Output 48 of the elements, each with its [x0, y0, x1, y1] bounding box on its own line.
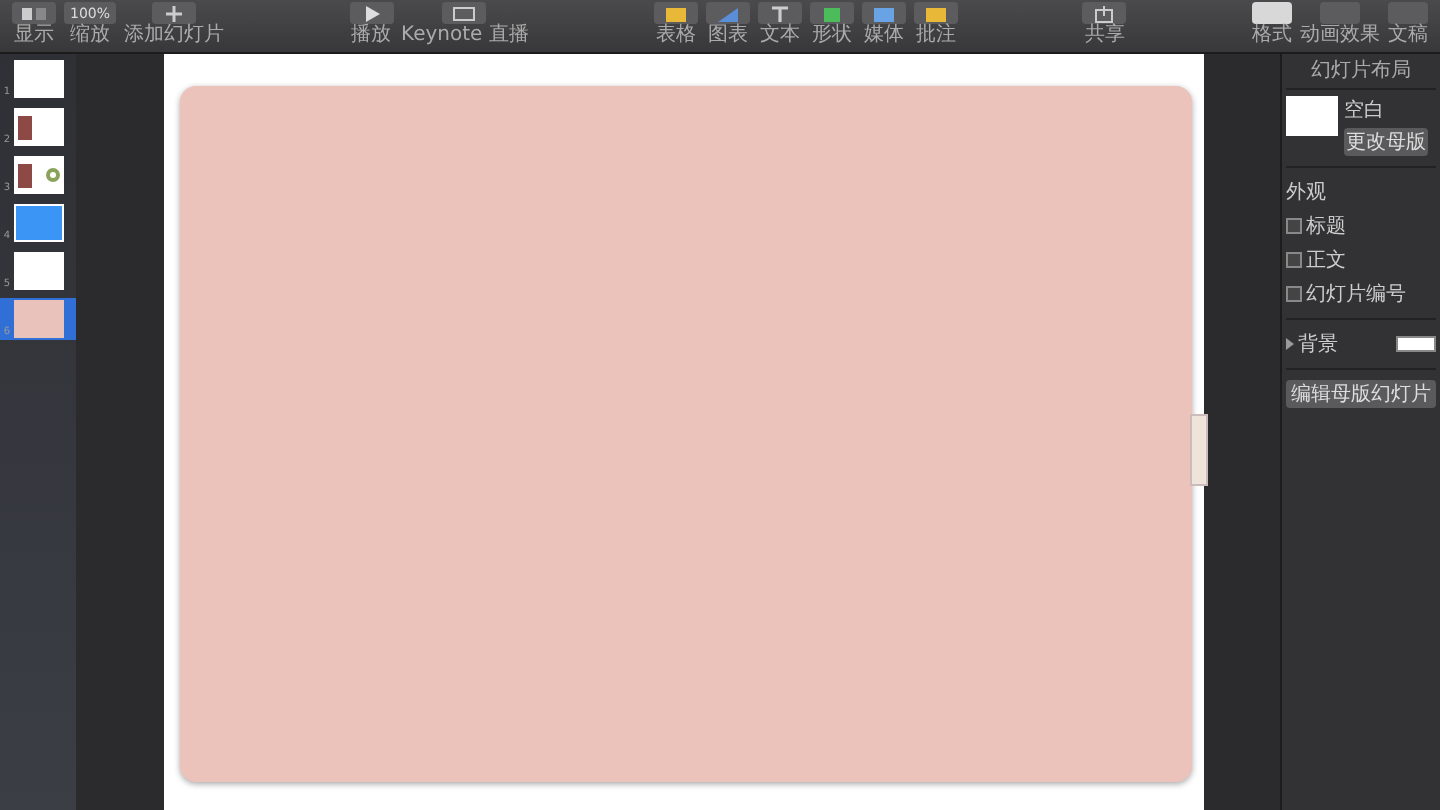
add-button[interactable]: [152, 2, 197, 24]
background-label: 背景: [1298, 331, 1338, 358]
resize-handle[interactable]: [1190, 414, 1208, 486]
checkbox[interactable]: [1286, 286, 1302, 302]
view-button[interactable]: [12, 2, 56, 24]
toolbar-label: 文本: [759, 24, 800, 48]
edit-master-button[interactable]: 编辑母版幻灯片: [1286, 380, 1436, 408]
disclosure-icon[interactable]: [1286, 338, 1294, 350]
toolbar-label: 形状: [811, 24, 852, 48]
media-button[interactable]: [861, 2, 906, 24]
toolbar-label: 显示: [14, 24, 54, 48]
ring-icon: [46, 168, 60, 182]
toolbar-label: 表格: [655, 24, 696, 48]
layout-thumbnail[interactable]: [1286, 96, 1338, 136]
toolbar-label: 媒体: [863, 24, 904, 48]
tab-label: 格式: [1251, 24, 1292, 48]
toolbar-label: 图表: [707, 24, 748, 48]
comment-button[interactable]: [913, 2, 958, 24]
share-button[interactable]: [1082, 2, 1127, 24]
toolbar-label: 共享: [1084, 24, 1125, 48]
change-master-button[interactable]: 更改母版: [1344, 128, 1428, 156]
inspector-tab[interactable]: [1251, 2, 1292, 24]
toolbar-label: 添加幻灯片: [124, 24, 225, 48]
toolbar-label: 缩放: [70, 24, 110, 48]
layout-name: 空白: [1344, 97, 1386, 124]
checkbox[interactable]: [1286, 252, 1302, 268]
live-button[interactable]: [442, 2, 487, 24]
color-well[interactable]: [1396, 336, 1436, 352]
play-button[interactable]: [349, 2, 394, 24]
table-button[interactable]: [653, 2, 698, 24]
checkbox-label: 正文: [1306, 247, 1346, 274]
panel-title: 幻灯片布局: [1286, 54, 1436, 90]
live-icon: [448, 3, 481, 23]
checkbox[interactable]: [1286, 218, 1302, 234]
text-button[interactable]: [757, 2, 802, 24]
toolbar-label: 播放: [351, 24, 392, 48]
photo-placeholder: [18, 163, 32, 187]
tab-label: 动画效果: [1299, 24, 1380, 48]
tab-label: 文稿: [1387, 24, 1428, 48]
section-heading: 外观: [1286, 180, 1328, 206]
toolbar-label: Keynote 直播: [401, 24, 529, 48]
view-icon: [18, 3, 50, 23]
checkbox-label: 标题: [1306, 213, 1346, 240]
photo-placeholder: [18, 115, 32, 139]
chart-button[interactable]: [705, 2, 750, 24]
checkbox-label: 幻灯片编号: [1306, 281, 1406, 308]
shape-button[interactable]: [809, 2, 854, 24]
toolbar-label: 批注: [915, 24, 956, 48]
